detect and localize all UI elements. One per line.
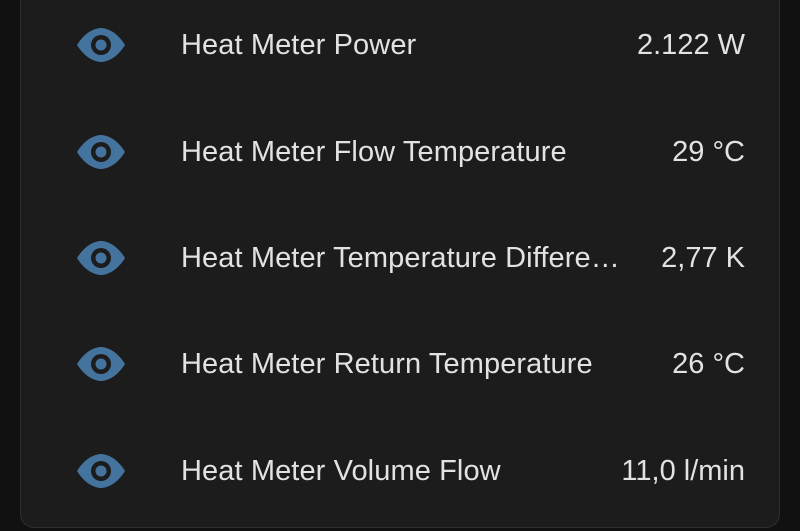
entity-name: Heat Meter Flow Temperature [181, 135, 567, 168]
entity-state[interactable]: 29 °C [672, 136, 745, 169]
entity-row-volume-flow[interactable]: Heat Meter Volume Flow 11,0 l/min [21, 441, 781, 501]
entity-name: Heat Meter Power [181, 28, 417, 61]
entity-state[interactable]: 26 °C [672, 348, 745, 381]
entity-name: Heat Meter Return Temperature [181, 347, 593, 380]
entity-name: Heat Meter Temperature Differe… [181, 241, 620, 274]
eye-icon [75, 132, 127, 172]
entity-row-power[interactable]: Heat Meter Power 2.122 W [21, 15, 781, 75]
entity-state[interactable]: 2.122 W [637, 29, 745, 62]
entity-state[interactable]: 2,77 K [661, 242, 745, 275]
entity-row-flow-temperature[interactable]: Heat Meter Flow Temperature 29 °C [21, 122, 781, 182]
eye-icon [75, 344, 127, 384]
entity-row-return-temperature[interactable]: Heat Meter Return Temperature 26 °C [21, 334, 781, 394]
entity-state[interactable]: 11,0 l/min [621, 455, 745, 488]
eye-icon [75, 25, 127, 65]
eye-icon [75, 238, 127, 278]
entity-row-temperature-difference[interactable]: Heat Meter Temperature Differe… 2,77 K [21, 228, 781, 288]
entity-name: Heat Meter Volume Flow [181, 454, 501, 487]
eye-icon [75, 451, 127, 491]
entities-card: Heat Meter Power 2.122 W Heat Meter Flow… [20, 0, 780, 528]
